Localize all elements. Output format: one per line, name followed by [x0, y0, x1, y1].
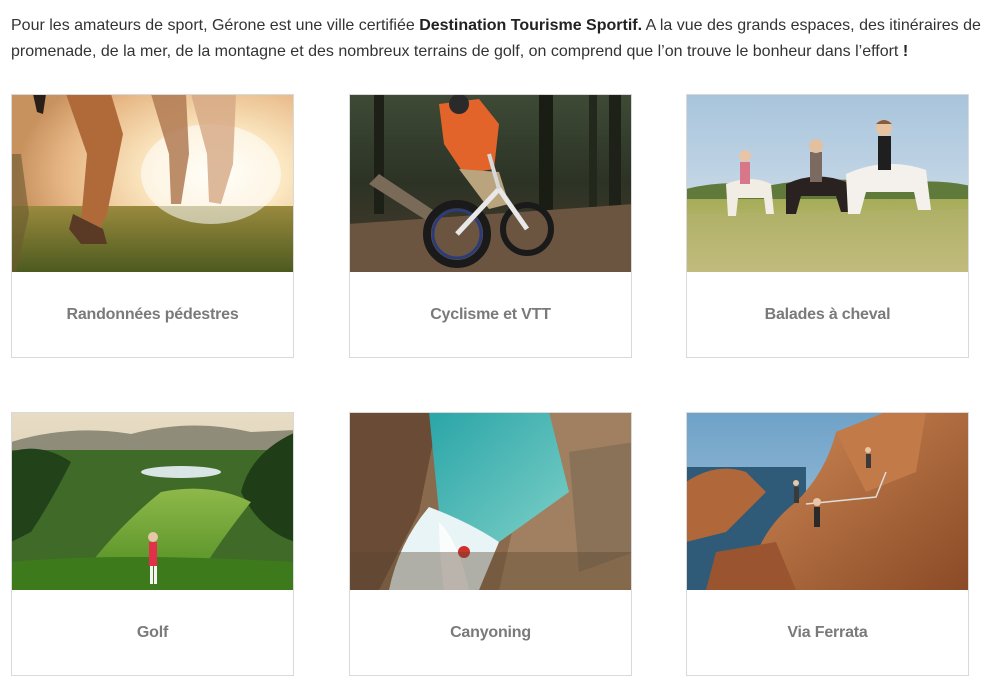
activity-label: Cyclisme et VTT — [430, 306, 551, 323]
activity-label: Via Ferrata — [787, 624, 868, 641]
hiking-photo[interactable] — [12, 95, 293, 272]
activity-label: Canyoning — [450, 624, 531, 641]
mountain-bike-photo[interactable] — [350, 95, 631, 272]
activity-label: Randonnées pédestres — [66, 306, 239, 323]
activity-label: Golf — [136, 624, 169, 641]
activity-card-golf[interactable]: Golf — [11, 412, 294, 676]
activity-card-canyoning[interactable]: Canyoning — [349, 412, 632, 676]
activity-card-via-ferrata[interactable]: Via Ferrata — [686, 412, 969, 676]
horse-riding-photo[interactable] — [687, 95, 968, 272]
intro-certification-label: Destination Tourisme Sportif. — [419, 17, 643, 34]
activity-card-hiking[interactable]: Randonnées pédestres — [11, 94, 294, 358]
intro-exclamation: ! — [902, 43, 909, 60]
intro-paragraph: Pour les amateurs de sport, Gérone est u… — [11, 13, 983, 65]
activity-card-horse-riding[interactable]: Balades à cheval — [686, 94, 969, 358]
intro-text-start: Pour les amateurs de sport, Gérone est u… — [11, 17, 420, 34]
golf-photo[interactable] — [12, 413, 293, 590]
activity-card-cycling[interactable]: Cyclisme et VTT — [349, 94, 632, 358]
canyoning-photo[interactable] — [350, 413, 631, 590]
activity-label: Balades à cheval — [764, 306, 891, 323]
via-ferrata-photo[interactable] — [687, 413, 968, 590]
